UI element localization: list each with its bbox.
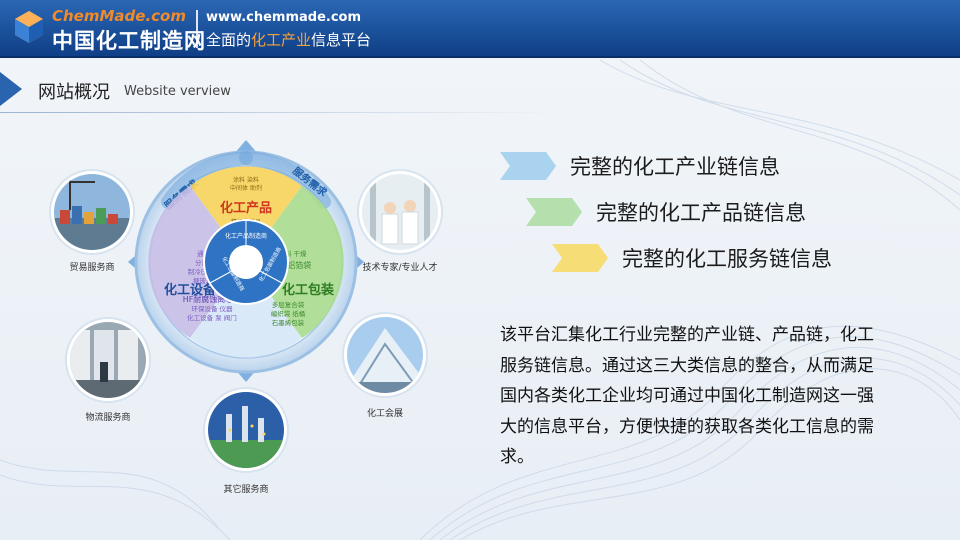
warehouse-photo-icon bbox=[65, 317, 151, 403]
caption-exhibition: 化工会展 bbox=[366, 409, 403, 419]
feature-product-chain: 完整的化工产品链信息 bbox=[526, 198, 806, 226]
logo-english[interactable]: ChemMade.com bbox=[52, 7, 186, 25]
header-divider bbox=[196, 10, 198, 48]
industry-chain-diagram: 服务需求 服务需求 通用设备 分离设备 制冷压缩机 搪玻璃机 HF耐腐蚀离心泵 … bbox=[40, 130, 450, 540]
svg-text:涂料 染料: 涂料 染料 bbox=[233, 176, 259, 184]
chevron-blue-icon bbox=[500, 152, 556, 180]
slogan-prefix: 全面的 bbox=[206, 31, 252, 49]
diagram-graphic: 服务需求 服务需求 通用设备 分离设备 制冷压缩机 搪玻璃机 HF耐腐蚀离心泵 … bbox=[49, 140, 443, 473]
feature-text: 完整的化工产品链信息 bbox=[596, 201, 806, 225]
segment-packaging-label: 化工包装 bbox=[282, 282, 334, 298]
caption-trade: 贸易服务商 bbox=[69, 263, 115, 273]
feature-text: 完整的化工产业链信息 bbox=[570, 155, 780, 179]
exhibition-photo-icon bbox=[342, 312, 428, 398]
svg-text:化工设备 泵 阀门: 化工设备 泵 阀门 bbox=[187, 313, 237, 322]
segment-products-label: 化工产品 bbox=[220, 200, 272, 216]
site-url[interactable]: www.chemmade.com bbox=[206, 10, 361, 25]
feature-service-chain: 完整的化工服务链信息 bbox=[552, 244, 832, 272]
svg-text:环保设备 仪器: 环保设备 仪器 bbox=[191, 304, 233, 313]
section-underline bbox=[0, 112, 560, 113]
chevron-yellow-icon bbox=[552, 244, 608, 272]
slogan-highlight: 化工产业 bbox=[251, 31, 312, 49]
slogan: 全面的化工产业信息平台 bbox=[206, 29, 371, 50]
section-subtitle: Website verview bbox=[124, 84, 231, 99]
plant-photo-icon bbox=[203, 387, 289, 473]
svg-text:石墨烯包装: 石墨烯包装 bbox=[272, 318, 305, 327]
logo-chinese[interactable]: 中国化工制造网 bbox=[52, 25, 206, 55]
svg-text:编织袋 纸桶: 编织袋 纸桶 bbox=[271, 309, 306, 318]
section-title: 网站概况 bbox=[38, 82, 110, 103]
center-label: 化工产品制造商 bbox=[225, 232, 267, 240]
caption-tech-experts: 技术专家/专业人才 bbox=[362, 263, 438, 273]
feature-industry-chain: 完整的化工产业链信息 bbox=[500, 152, 780, 180]
slogan-suffix: 信息平台 bbox=[311, 31, 372, 49]
header-bar: ChemMade.com 中国化工制造网 www.chemmade.com 全面… bbox=[0, 0, 960, 58]
section-marker-triangle bbox=[0, 72, 22, 106]
feature-text: 完整的化工服务链信息 bbox=[622, 247, 832, 271]
svg-text:多层复合袋: 多层复合袋 bbox=[272, 300, 305, 309]
svg-text:中间体 助剂: 中间体 助剂 bbox=[230, 184, 262, 192]
caption-logistics: 物流服务商 bbox=[85, 413, 131, 423]
port-photo-icon bbox=[49, 169, 135, 255]
description-paragraph: 该平台汇集化工行业完整的产业链、产品链，化工服务链信息。通过这三大类信息的整合，… bbox=[500, 325, 874, 467]
segment-equipment-label: 化工设备 bbox=[164, 282, 217, 298]
caption-other: 其它服务商 bbox=[223, 485, 269, 495]
chevron-green-icon bbox=[526, 198, 582, 226]
cube-logo-icon bbox=[15, 11, 43, 43]
lab-photo-icon bbox=[357, 169, 443, 255]
